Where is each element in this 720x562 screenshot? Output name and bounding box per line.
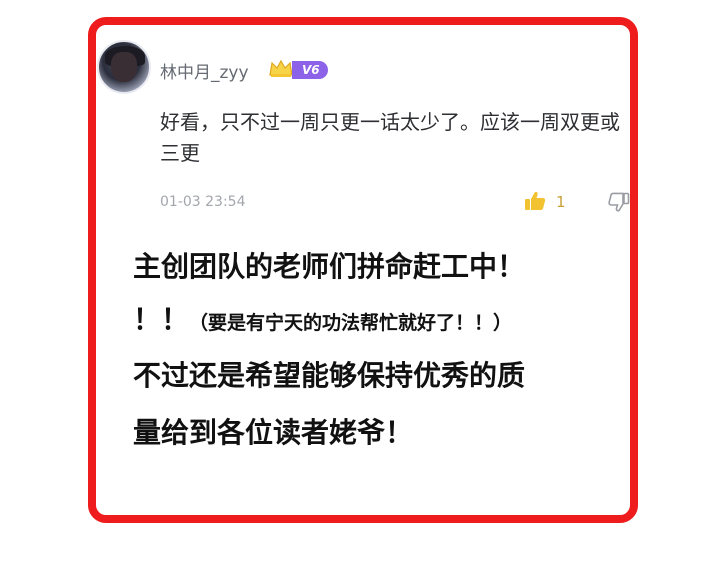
caption-line-2: ！！（要是有宁天的功法帮忙就好了！！） <box>133 298 512 338</box>
level-badge: V6 <box>292 61 328 79</box>
comment-timestamp: 01-03 23:54 <box>160 194 246 210</box>
avatar[interactable] <box>97 40 151 94</box>
caption-line-2-exclaim: ！！ <box>133 303 190 336</box>
username[interactable]: 林中月_zyy <box>160 58 249 83</box>
thumbs-down-icon[interactable] <box>607 190 631 214</box>
caption-line-3: 不过还是希望能够保持优秀的质 <box>133 359 526 392</box>
caption-line-1: 主创团队的老师们拼命赶工中！ <box>133 250 526 283</box>
caption-line-4: 量给到各位读者姥爷！ <box>133 416 414 449</box>
thumbs-up-icon[interactable] <box>523 189 547 213</box>
like-count: 1 <box>556 193 566 211</box>
comment-text: 好看，只不过一周只更一话太少了。应该一周双更或三更 <box>160 110 620 165</box>
crown-icon <box>268 58 294 78</box>
caption-line-2-aside: （要是有宁天的功法帮忙就好了！！） <box>189 312 513 334</box>
